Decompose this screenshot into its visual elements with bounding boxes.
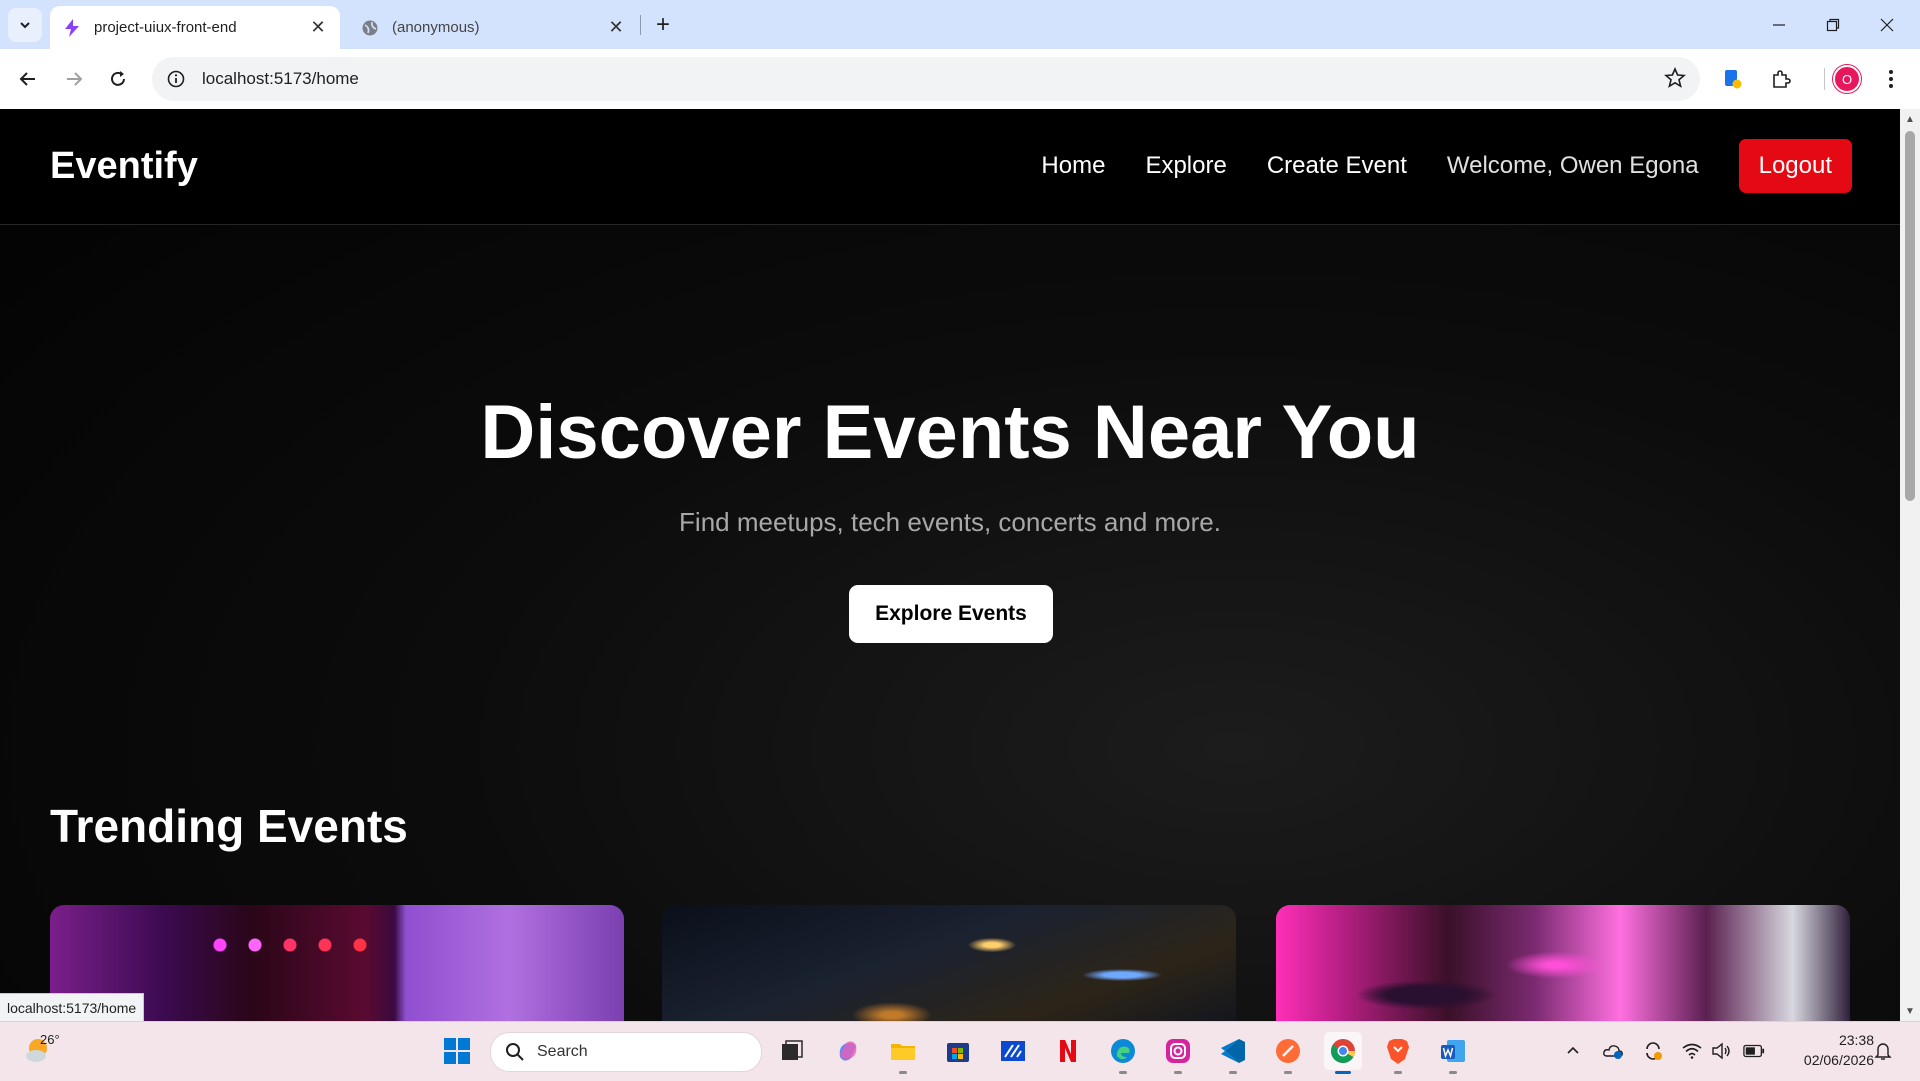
arrow-left-icon xyxy=(19,72,35,86)
clock-time: 23:38 xyxy=(1838,1032,1874,1048)
start-button[interactable] xyxy=(438,1032,476,1070)
browser-toolbar: localhost:5173/home O xyxy=(0,49,1920,110)
site-logo[interactable]: Eventify xyxy=(50,145,198,188)
netflix-icon[interactable] xyxy=(1049,1032,1087,1070)
running-indicator xyxy=(899,1071,907,1074)
tab-title: (anonymous) xyxy=(392,19,480,36)
trending-events-heading: Trending Events xyxy=(50,800,408,852)
weather-temperature: 26° xyxy=(40,1032,60,1047)
running-indicator xyxy=(1119,1071,1127,1074)
welcome-message: Welcome, Owen Egona xyxy=(1446,152,1699,179)
clock-date: 02/06/2026 xyxy=(1803,1052,1874,1068)
edge-icon[interactable] xyxy=(1104,1032,1142,1074)
running-indicator xyxy=(1335,1071,1351,1074)
scroll-up-arrow-icon[interactable]: ▲ xyxy=(1904,113,1916,125)
ide-app-icon[interactable] xyxy=(994,1032,1032,1070)
task-view-icon[interactable] xyxy=(773,1032,811,1070)
avatar: O xyxy=(1833,65,1861,93)
nav-link-create-event[interactable]: Create Event xyxy=(1267,152,1407,180)
page-viewport: Eventify Home Explore Create Event Welco… xyxy=(0,109,1900,1021)
file-explorer-icon[interactable] xyxy=(884,1032,922,1074)
wifi-icon[interactable] xyxy=(1681,1040,1703,1062)
reload-button[interactable] xyxy=(101,62,135,96)
nav-link-explore[interactable]: Explore xyxy=(1145,152,1226,180)
bolt-icon xyxy=(62,18,82,38)
nav-link-home[interactable]: Home xyxy=(1041,152,1105,180)
chevron-down-icon xyxy=(20,22,30,29)
nav-links: Home Explore Create Event Welcome, Owen … xyxy=(1001,139,1852,193)
onedrive-icon[interactable] xyxy=(1602,1040,1624,1062)
battery-icon[interactable] xyxy=(1743,1040,1765,1062)
close-window-icon[interactable] xyxy=(1860,0,1914,49)
new-tab-button[interactable]: + xyxy=(648,10,678,40)
running-indicator xyxy=(1174,1071,1182,1074)
event-card-image[interactable] xyxy=(1276,905,1850,1021)
extensions-puzzle-icon[interactable] xyxy=(1764,62,1798,96)
windows-logo-icon xyxy=(444,1038,470,1064)
word-icon[interactable] xyxy=(1434,1032,1472,1074)
explore-events-button[interactable]: Explore Events xyxy=(849,585,1053,643)
arrow-right-icon xyxy=(67,72,83,86)
extension-badge-icon[interactable] xyxy=(1716,62,1750,96)
system-clock[interactable]: 23:38 02/06/2026 xyxy=(1784,1030,1874,1070)
search-label: Search xyxy=(537,1043,588,1060)
profile-button[interactable]: O xyxy=(1830,62,1864,96)
running-indicator xyxy=(1284,1071,1292,1074)
instagram-icon[interactable] xyxy=(1159,1032,1197,1074)
scroll-down-arrow-icon[interactable]: ▼ xyxy=(1904,1005,1916,1017)
browser-tab-active[interactable]: project-uiux-front-end ✕ xyxy=(50,6,340,49)
vscode-icon[interactable] xyxy=(1214,1032,1252,1074)
running-indicator xyxy=(1394,1071,1402,1074)
scrollbar-thumb[interactable] xyxy=(1905,131,1915,501)
browser-tab[interactable]: (anonymous) ✕ xyxy=(348,6,638,49)
tab-search-button[interactable] xyxy=(8,8,42,42)
running-indicator xyxy=(1449,1071,1457,1074)
copilot-icon[interactable] xyxy=(829,1032,867,1070)
windows-taskbar: 26° Search 23:38 02/06/2026 xyxy=(0,1021,1920,1081)
chrome-icon[interactable] xyxy=(1324,1032,1362,1074)
site-navbar: Eventify Home Explore Create Event Welco… xyxy=(0,109,1900,225)
close-tab-icon[interactable]: ✕ xyxy=(604,16,628,40)
close-tab-icon[interactable]: ✕ xyxy=(306,16,330,40)
volume-icon[interactable] xyxy=(1710,1040,1732,1062)
hero-subtitle: Find meetups, tech events, concerts and … xyxy=(679,507,1221,537)
postman-icon[interactable] xyxy=(1269,1032,1307,1074)
browser-tabstrip: project-uiux-front-end ✕ (anonymous) ✕ + xyxy=(0,0,1920,49)
menu-kebab-icon[interactable] xyxy=(1874,62,1908,96)
restore-icon[interactable] xyxy=(1806,0,1860,49)
bookmark-star-icon[interactable] xyxy=(1664,66,1686,94)
event-card-image[interactable] xyxy=(662,905,1236,1021)
back-button[interactable] xyxy=(11,62,45,96)
globe-icon xyxy=(360,18,380,38)
reload-icon xyxy=(111,71,125,86)
chevron-up-icon[interactable] xyxy=(1562,1040,1584,1062)
address-bar[interactable]: localhost:5173/home xyxy=(152,57,1700,101)
search-icon xyxy=(506,1043,524,1061)
notification-bell-icon[interactable] xyxy=(1872,1040,1894,1062)
site-info-icon[interactable] xyxy=(166,69,186,89)
microsoft-store-icon[interactable] xyxy=(939,1032,977,1070)
page-scrollbar[interactable]: ▲ ▼ xyxy=(1900,109,1920,1021)
taskbar-search[interactable]: Search xyxy=(490,1032,762,1072)
link-status-bubble: localhost:5173/home xyxy=(0,993,145,1023)
logout-button[interactable]: Logout xyxy=(1738,139,1852,193)
tab-separator xyxy=(640,15,641,35)
forward-button[interactable] xyxy=(57,62,91,96)
brave-icon[interactable] xyxy=(1379,1032,1417,1074)
minimize-icon[interactable] xyxy=(1752,0,1806,49)
sync-icon[interactable] xyxy=(1642,1040,1664,1062)
hero-title: Discover Events Near You xyxy=(480,390,1420,475)
tab-title: project-uiux-front-end xyxy=(94,19,237,36)
url-text: localhost:5173/home xyxy=(202,69,359,88)
running-indicator xyxy=(1229,1071,1237,1074)
